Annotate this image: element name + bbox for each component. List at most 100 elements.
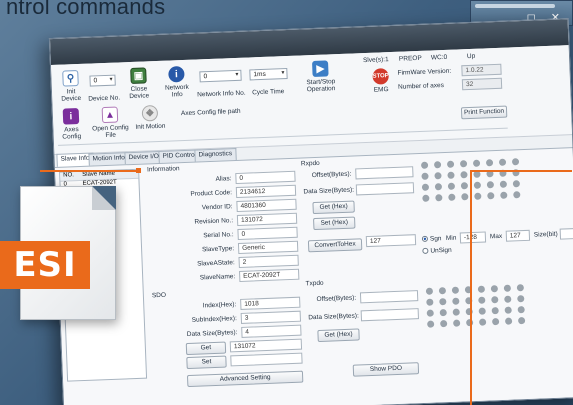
sdo-set-field[interactable] xyxy=(230,352,303,367)
size-bit-field[interactable] xyxy=(559,228,573,240)
bit-indicator xyxy=(498,158,507,166)
tx-size-label: Data Size(Bytes): xyxy=(308,312,359,322)
bit-indicator xyxy=(461,193,469,201)
sdo-title: SDO xyxy=(151,291,167,300)
close-device-label: Close Device xyxy=(129,85,150,101)
bit-indicator xyxy=(500,191,508,199)
bit-indicator xyxy=(420,161,429,169)
convert-to-hex-button[interactable]: ConvertToHex xyxy=(307,238,363,253)
init-device-label: Init Device xyxy=(61,88,82,103)
bit-indicator xyxy=(492,318,500,326)
device-no-select[interactable]: 0 ▾ xyxy=(89,74,116,87)
bit-indicator xyxy=(474,192,482,200)
index-label: Index(Hex): xyxy=(202,301,237,310)
start-stop-button[interactable]: ▶ Start/Stop Operation xyxy=(291,60,350,94)
bit-indicator xyxy=(491,307,499,315)
sdo-set-button[interactable]: Set xyxy=(186,355,227,370)
bit-indicator xyxy=(434,172,442,180)
information-title: Information xyxy=(146,165,180,174)
bit-indicator xyxy=(517,295,525,303)
up-label: Up xyxy=(466,52,476,61)
slave-type-label: SlaveType: xyxy=(201,245,235,254)
vendor-id-field[interactable]: 4801360 xyxy=(236,198,297,213)
callout-line-right xyxy=(470,170,572,172)
min-field[interactable]: -128 xyxy=(459,231,487,244)
chevron-down-icon: ▾ xyxy=(109,76,113,83)
tx-offset-field[interactable] xyxy=(359,290,419,304)
sdo-get-button[interactable]: Get xyxy=(185,341,227,356)
tx-bit-indicators xyxy=(425,284,527,328)
max-field[interactable]: 127 xyxy=(505,229,531,242)
revision-no-field[interactable]: 131072 xyxy=(236,212,298,227)
bit-indicator xyxy=(478,296,486,304)
network-info-button[interactable]: i Network Info xyxy=(159,65,194,99)
rx-get-hex-button[interactable]: Get (Hex) xyxy=(312,200,355,215)
show-pdo-button[interactable]: Show PDO xyxy=(352,362,420,377)
tx-size-field[interactable] xyxy=(360,308,419,322)
app-window: ⚲ Init Device 0 ▾ Device No. ▣ Close Devi… xyxy=(48,18,573,405)
sign-radio-label: Sgn xyxy=(429,235,442,243)
txpdo-title: Txpdo xyxy=(305,279,324,288)
axes-label: Number of axes xyxy=(397,81,445,91)
bit-indicator xyxy=(447,182,456,190)
headline: ntrol commands xyxy=(6,0,166,19)
bit-indicator xyxy=(421,183,430,191)
rx-set-hex-button[interactable]: Set (Hex) xyxy=(313,216,356,231)
rx-size-field[interactable] xyxy=(355,182,415,196)
search-icon: ⚲ xyxy=(62,70,79,87)
rxpdo-title: Rxpdo xyxy=(300,159,320,168)
bit-indicator xyxy=(438,287,447,295)
network-info-no-select[interactable]: 0 ▾ xyxy=(199,69,242,83)
alias-field[interactable]: 0 xyxy=(235,170,296,185)
bit-indicator xyxy=(485,159,494,167)
bit-indicator xyxy=(460,182,469,190)
bit-indicator xyxy=(504,295,512,303)
slave-info-panel: NO. Slave Name 0 ECAT-2092T Information … xyxy=(54,147,573,405)
serial-no-field[interactable]: 0 xyxy=(237,226,298,241)
init-motion-button[interactable]: ❖ Init Motion xyxy=(133,104,168,131)
motion-icon: ❖ xyxy=(141,104,159,122)
info-icon: i xyxy=(168,65,185,83)
convert-value-field[interactable]: 127 xyxy=(365,234,417,248)
slave-name-field[interactable]: ECAT-2092T xyxy=(239,268,300,282)
sdo-size-field[interactable]: 4 xyxy=(241,324,302,338)
slave-type-field[interactable]: Generic xyxy=(237,240,299,255)
init-device-button[interactable]: ⚲ Init Device xyxy=(55,70,86,103)
advanced-setting-button[interactable]: Advanced Setting xyxy=(186,370,304,388)
slave-astate-field[interactable]: 2 xyxy=(238,254,299,268)
index-field[interactable]: 1018 xyxy=(240,296,301,310)
stop-icon: STOP xyxy=(372,68,389,85)
bit-indicator xyxy=(433,161,442,169)
sdo-get-field[interactable]: 131072 xyxy=(229,338,303,353)
sdo-size-label: Data Size(Bytes): xyxy=(186,329,238,339)
bit-indicator xyxy=(426,298,434,306)
axes-config-button[interactable]: i Axes Config xyxy=(57,108,86,141)
bit-indicator xyxy=(427,320,435,328)
bit-indicator xyxy=(435,194,443,202)
rx-offset-field[interactable] xyxy=(355,166,414,180)
network-info-label: Network Info xyxy=(164,83,189,99)
bit-indicator xyxy=(513,191,521,199)
emg-button[interactable]: STOP EMG xyxy=(369,68,392,94)
subindex-label: SubIndex(Hex): xyxy=(191,315,237,324)
print-function-button[interactable]: Print Function xyxy=(460,105,508,120)
tx-get-hex-button[interactable]: Get (Hex) xyxy=(317,328,360,343)
bit-indicator xyxy=(440,320,448,328)
bit-indicator xyxy=(490,285,499,293)
slave-count: Slve(s):1 xyxy=(362,56,389,65)
bit-indicator xyxy=(516,284,524,292)
product-code-field[interactable]: 2134612 xyxy=(235,184,297,199)
bit-indicator xyxy=(517,317,526,325)
close-device-button[interactable]: ▣ Close Device xyxy=(121,67,156,100)
firmware-label: FirmWare Version: xyxy=(397,67,452,77)
sign-radio[interactable]: Sgn xyxy=(421,235,442,243)
bit-indicator xyxy=(479,318,487,326)
unsign-radio[interactable]: UnSign xyxy=(422,247,452,255)
alias-label: Alias: xyxy=(215,175,232,183)
open-config-file-button[interactable]: ▲ Open Config File xyxy=(87,106,134,140)
cycle-time-select[interactable]: 1ms ▾ xyxy=(249,67,288,81)
subindex-field[interactable]: 3 xyxy=(240,310,302,324)
bit-indicator xyxy=(422,194,430,202)
revision-no-label: Revision No.: xyxy=(194,217,234,226)
chevron-down-icon: ▾ xyxy=(235,71,239,78)
